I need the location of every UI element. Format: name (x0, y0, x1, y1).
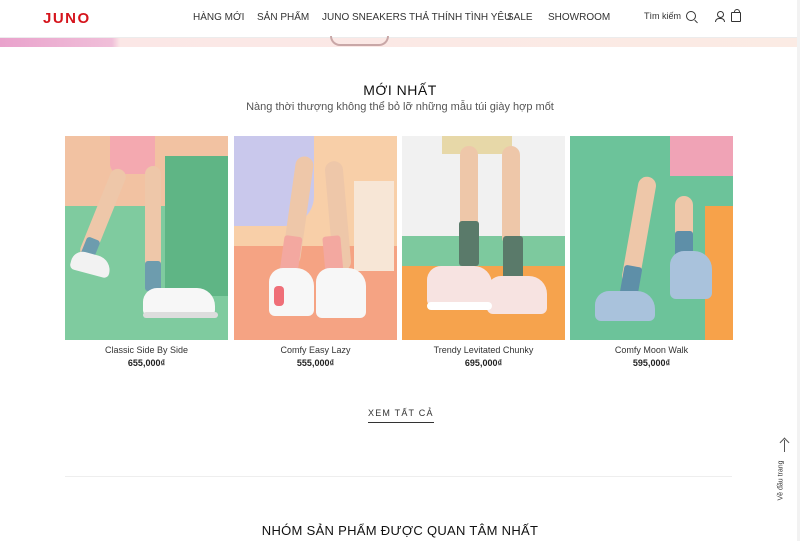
product-price: 695,000₫ (464, 358, 503, 368)
arrow-up-icon (784, 440, 785, 452)
back-to-top-label: Về đầu trang (777, 460, 785, 501)
user-icon[interactable] (715, 11, 725, 22)
section-title: MỚI NHẤT (363, 82, 437, 98)
search-label[interactable]: Tìm kiếm (644, 11, 681, 21)
product-price: 655,000₫ (127, 358, 166, 368)
logo[interactable]: JUNO (43, 10, 91, 27)
product-name[interactable]: Comfy Easy Lazy (234, 345, 397, 355)
shopping-bag-icon[interactable] (731, 9, 741, 22)
product-price: 595,000₫ (632, 358, 671, 368)
section-title: NHÓM SẢN PHẨM ĐƯỢC QUAN TÂM NHẤT (261, 523, 539, 538)
nav-item-sale[interactable]: SALE (507, 12, 533, 23)
product-card[interactable]: Comfy Easy Lazy 555,000₫ (234, 136, 397, 368)
section-subtitle: Nàng thời thượng không thể bỏ lỡ những m… (246, 101, 554, 113)
nav-item-sneakers[interactable]: JUNO SNEAKERS THẢ THÍNH TÌNH YÊU (322, 12, 511, 23)
product-image[interactable] (402, 136, 565, 340)
site-header: JUNO HÀNG MỚI SẢN PHẨM JUNO SNEAKERS THẢ… (0, 0, 800, 38)
back-to-top-button[interactable]: Về đầu trang (778, 437, 792, 517)
product-name[interactable]: Trendy Levitated Chunky (402, 345, 565, 355)
nav-item-products[interactable]: SẢN PHẨM (257, 12, 309, 23)
product-card[interactable]: Trendy Levitated Chunky 695,000₫ (402, 136, 565, 368)
product-price: 555,000₫ (296, 358, 335, 368)
search-icon[interactable] (686, 11, 696, 21)
nav-item-new[interactable]: HÀNG MỚI (193, 12, 244, 23)
view-all-link[interactable]: XEM TẤT CẢ (368, 408, 434, 423)
nav-item-showroom[interactable]: SHOWROOM (548, 12, 610, 23)
product-image[interactable] (65, 136, 228, 340)
hero-banner-bottom[interactable] (0, 36, 800, 47)
product-card[interactable]: Comfy Moon Walk 595,000₫ (570, 136, 733, 368)
product-image[interactable] (234, 136, 397, 340)
product-name[interactable]: Classic Side By Side (65, 345, 228, 355)
product-name[interactable]: Comfy Moon Walk (570, 345, 733, 355)
section-divider (65, 476, 732, 477)
product-card[interactable]: Classic Side By Side 655,000₫ (65, 136, 228, 368)
product-image[interactable] (570, 136, 733, 340)
